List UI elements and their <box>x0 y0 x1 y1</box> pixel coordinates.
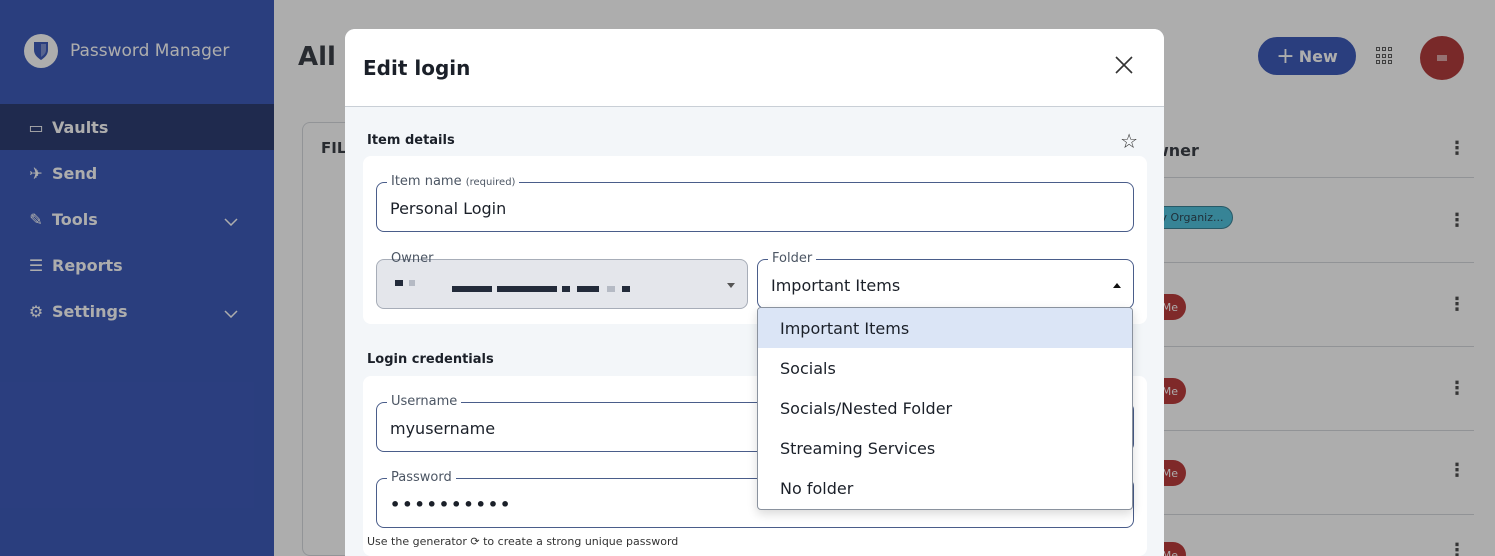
username-label: Username <box>387 394 462 409</box>
owner-select[interactable]: Owner <box>376 251 748 309</box>
close-icon[interactable] <box>1110 53 1138 81</box>
password-value: •••••••••• <box>390 495 513 514</box>
username-value: myusername <box>390 419 496 438</box>
folder-option[interactable]: Streaming Services <box>758 428 1132 468</box>
folder-option[interactable]: Important Items <box>758 308 1132 348</box>
folder-dropdown-menu: Important Items Socials Socials/Nested F… <box>757 307 1133 510</box>
folder-option[interactable]: No folder <box>758 468 1132 508</box>
folder-select[interactable]: Folder Important Items <box>757 251 1134 309</box>
folder-label: Folder <box>768 251 817 266</box>
login-credentials-title: Login credentials <box>367 352 494 367</box>
folder-option[interactable]: Socials/Nested Folder <box>758 388 1132 428</box>
dialog-header: Edit login <box>345 29 1164 107</box>
caret-up-icon <box>1113 283 1121 288</box>
caret-down-icon <box>727 283 735 288</box>
folder-value: Important Items <box>771 276 901 295</box>
owner-label: Owner <box>391 251 434 266</box>
item-name-field[interactable]: Item name (required) Personal Login <box>376 174 1134 232</box>
favorite-star-icon[interactable]: ☆ <box>1120 129 1138 153</box>
item-name-label: Item name (required) <box>387 174 520 189</box>
item-details-title: Item details <box>367 133 455 148</box>
folder-option[interactable]: Socials <box>758 348 1132 388</box>
password-label: Password <box>387 470 456 485</box>
item-details-card: Item name (required) Personal Login Owne… <box>363 156 1147 324</box>
dialog-title: Edit login <box>363 56 471 80</box>
item-name-value: Personal Login <box>390 199 507 218</box>
generator-hint: Use the generator ⟳ to create a strong u… <box>367 535 679 548</box>
